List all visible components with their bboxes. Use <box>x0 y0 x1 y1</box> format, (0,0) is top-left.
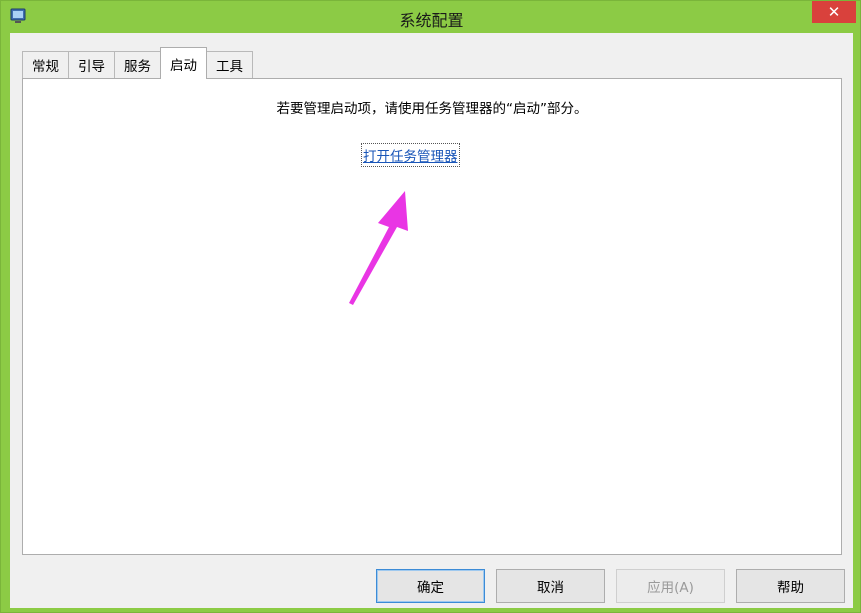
close-button[interactable]: ✕ <box>812 1 856 23</box>
tab-strip: 常规 引导 服务 启动 工具 <box>22 47 253 79</box>
tab-services[interactable]: 服务 <box>114 51 161 78</box>
ok-button[interactable]: 确定 <box>376 569 485 603</box>
tab-boot[interactable]: 引导 <box>68 51 115 78</box>
title-bar: 系统配置 ✕ <box>1 1 861 33</box>
startup-panel: 若要管理启动项，请使用任务管理器的“启动”部分。 打开任务管理器 <box>22 78 842 555</box>
dialog-body: 常规 引导 服务 启动 工具 若要管理启动项，请使用任务管理器的“启动”部分。 … <box>10 33 853 608</box>
tab-startup[interactable]: 启动 <box>160 47 207 79</box>
apply-button[interactable]: 应用(A) <box>616 569 725 603</box>
close-icon: ✕ <box>827 3 841 21</box>
tab-general[interactable]: 常规 <box>22 51 69 78</box>
startup-info-text: 若要管理启动项，请使用任务管理器的“启动”部分。 <box>276 101 588 117</box>
cancel-button[interactable]: 取消 <box>496 569 605 603</box>
open-task-manager-link[interactable]: 打开任务管理器 <box>361 143 460 167</box>
help-button[interactable]: 帮助 <box>736 569 845 603</box>
button-row: 确定 取消 应用(A) 帮助 <box>10 569 853 603</box>
pink-arrow-annotation <box>349 191 408 305</box>
tab-tools[interactable]: 工具 <box>206 51 253 78</box>
window-title: 系统配置 <box>399 11 464 30</box>
system-config-window: 系统配置 ✕ 常规 引导 服务 启动 工具 若要管理启动项，请使用任务管理器的“… <box>0 0 861 613</box>
